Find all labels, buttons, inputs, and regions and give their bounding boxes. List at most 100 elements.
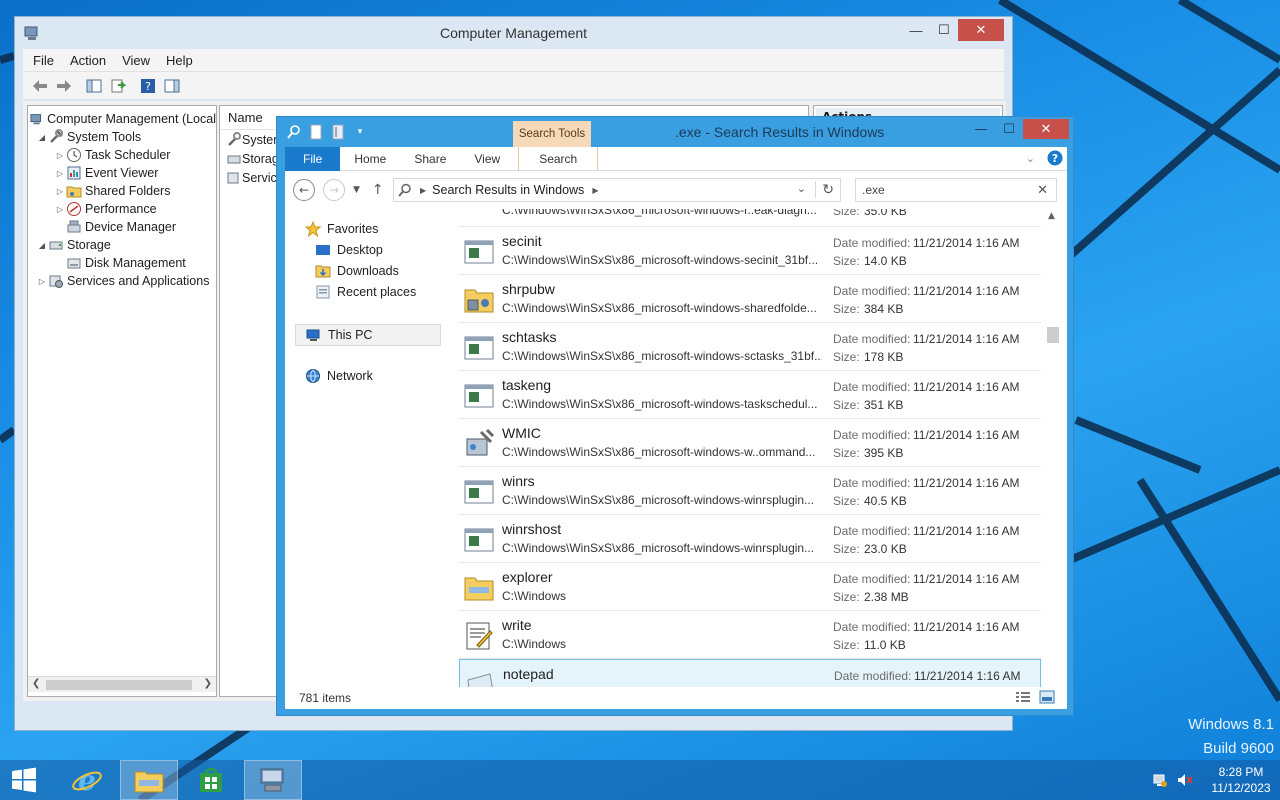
properties-button[interactable]: [307, 123, 325, 141]
tree-item-performance[interactable]: ▷ Performance: [28, 200, 216, 218]
app-window-icon: [463, 237, 495, 267]
cm-titlebar[interactable]: Computer Management — ☐ ✕: [15, 17, 1012, 49]
show-action-pane-button[interactable]: [161, 75, 183, 97]
nav-label: Downloads: [337, 264, 399, 278]
nav-this-pc[interactable]: This PC: [295, 324, 441, 346]
tree-item-shared-folders[interactable]: ▷ Shared Folders: [28, 182, 216, 200]
back-button[interactable]: ←: [293, 179, 315, 201]
menu-view[interactable]: View: [122, 53, 150, 68]
show-hide-tree-button[interactable]: [83, 75, 105, 97]
search-input[interactable]: .exe ✕: [855, 178, 1057, 202]
file-row-partial[interactable]: C:\Windows\WinSxS\x86_microsoft-windows-…: [459, 209, 1041, 227]
expand-arrow-icon[interactable]: ▷: [36, 277, 48, 286]
scroll-left-icon[interactable]: ❮: [32, 678, 40, 689]
breadcrumb-search-results[interactable]: Search Results in Windows: [432, 183, 584, 197]
scroll-thumb[interactable]: [46, 680, 192, 690]
nav-network[interactable]: Network: [305, 368, 373, 384]
storage-icon: [227, 155, 241, 163]
tree-item-computer-management[interactable]: Computer Management (Local: [28, 110, 216, 128]
start-button[interactable]: [0, 760, 48, 800]
file-row-winrs[interactable]: winrs C:\Windows\WinSxS\x86_microsoft-win…: [459, 467, 1041, 515]
tree-item-storage[interactable]: ◢ Storage: [28, 236, 216, 254]
scroll-thumb[interactable]: [1047, 327, 1059, 343]
tab-search[interactable]: Search: [518, 146, 599, 171]
details-view-icon[interactable]: [1015, 690, 1031, 704]
file-size: 14.0 KB: [864, 254, 907, 268]
address-bar[interactable]: ▶ Search Results in Windows ▶ ⌄ ↻: [393, 178, 841, 202]
file-row-secinit[interactable]: secinit C:\Windows\WinSxS\x86_microsoft-w…: [459, 227, 1041, 275]
tree-item-disk-management[interactable]: Disk Management: [28, 254, 216, 272]
file-name: winrs: [502, 473, 535, 489]
tree-item-system-tools[interactable]: ◢ System Tools: [28, 128, 216, 146]
tab-file[interactable]: File: [285, 146, 341, 171]
back-arrow-icon: ←: [298, 183, 310, 197]
explorer-minimize-button[interactable]: —: [967, 119, 995, 139]
refresh-icon[interactable]: ↻: [815, 181, 834, 198]
collapse-arrow-icon[interactable]: ◢: [36, 133, 48, 142]
app-window-icon: [463, 333, 495, 363]
up-arrow-icon[interactable]: ↑: [372, 182, 384, 198]
new-folder-button[interactable]: [329, 123, 347, 141]
recent-locations-chevron-icon[interactable]: ▼: [353, 185, 360, 195]
back-button[interactable]: [29, 75, 51, 97]
tab-share[interactable]: Share: [400, 147, 460, 171]
cm-close-button[interactable]: ✕: [958, 19, 1004, 41]
tab-view[interactable]: View: [460, 147, 514, 171]
scroll-right-icon[interactable]: ❯: [204, 678, 212, 689]
menu-action[interactable]: Action: [70, 53, 106, 68]
results-vertical-scrollbar[interactable]: ▲: [1045, 209, 1061, 687]
file-row-wmic[interactable]: WMIC C:\Windows\WinSxS\x86_microsoft-wind…: [459, 419, 1041, 467]
speaker-muted-icon[interactable]: [1176, 772, 1194, 788]
tree-item-event-viewer[interactable]: ▷ Event Viewer: [28, 164, 216, 182]
cm-maximize-button[interactable]: ☐: [930, 19, 958, 41]
forward-button[interactable]: [53, 75, 75, 97]
expand-arrow-icon[interactable]: ▷: [54, 187, 66, 196]
file-row-winrshost[interactable]: winrshost C:\Windows\WinSxS\x86_microsoft…: [459, 515, 1041, 563]
help-icon[interactable]: ?: [1047, 150, 1063, 166]
nav-recent-places[interactable]: Recent places: [315, 284, 416, 300]
tree-item-services-and-applications[interactable]: ▷ Services and Applications: [28, 272, 216, 290]
taskbar-internet-explorer[interactable]: e: [58, 760, 116, 800]
tree-item-task-scheduler[interactable]: ▷ Task Scheduler: [28, 146, 216, 164]
tree-horizontal-scrollbar[interactable]: ❮ ❯: [28, 676, 216, 692]
tree-item-device-manager[interactable]: Device Manager: [28, 218, 216, 236]
taskbar-file-explorer[interactable]: [120, 760, 178, 800]
expand-arrow-icon[interactable]: ▷: [54, 151, 66, 160]
file-date-modified: 11/21/2014 1:16 AM: [913, 524, 1020, 538]
explorer-window[interactable]: ▾ Search Tools .exe - Search Results in …: [276, 116, 1074, 716]
clear-search-icon[interactable]: ✕: [1037, 182, 1048, 198]
expand-arrow-icon[interactable]: ▷: [54, 169, 66, 178]
file-row-notepad[interactable]: notepad Date modified: 11/21/2014 1:16 AM: [459, 659, 1041, 687]
taskbar-computer-management[interactable]: [244, 760, 302, 800]
clock[interactable]: 8:28 PM 11/12/2023: [1208, 764, 1274, 796]
network-status-icon[interactable]: [1152, 772, 1168, 788]
cm-minimize-button[interactable]: —: [902, 19, 930, 41]
date-modified-label: Date modified:: [833, 380, 911, 394]
address-dropdown-chevron-icon[interactable]: ⌄: [797, 182, 806, 195]
expand-ribbon-chevron-icon[interactable]: ⌄: [1026, 152, 1035, 165]
large-icons-view-icon[interactable]: [1039, 690, 1055, 704]
explorer-close-button[interactable]: ✕: [1023, 119, 1069, 139]
taskbar-store[interactable]: [182, 760, 240, 800]
explorer-maximize-button[interactable]: ☐: [995, 119, 1023, 139]
customize-qat-chevron-icon[interactable]: ▾: [351, 123, 369, 141]
tab-home[interactable]: Home: [340, 147, 400, 171]
scroll-up-icon[interactable]: ▲: [1048, 211, 1055, 221]
help-button[interactable]: ?: [137, 75, 159, 97]
explorer-titlebar[interactable]: ▾ Search Tools .exe - Search Results in …: [277, 117, 1073, 147]
nav-downloads[interactable]: Downloads: [315, 263, 399, 279]
file-row-schtasks[interactable]: schtasks C:\Windows\WinSxS\x86_microsoft-…: [459, 323, 1041, 371]
file-size: 351 KB: [864, 398, 904, 412]
forward-button[interactable]: →: [323, 179, 345, 201]
file-row-shrpubw[interactable]: shrpubw C:\Windows\WinSxS\x86_microsoft-w…: [459, 275, 1041, 323]
nav-desktop[interactable]: Desktop: [315, 242, 383, 258]
collapse-arrow-icon[interactable]: ◢: [36, 241, 48, 250]
menu-help[interactable]: Help: [166, 53, 193, 68]
export-list-button[interactable]: [107, 75, 129, 97]
file-row-explorer[interactable]: explorer C:\Windows Date modified: 11/21/20…: [459, 563, 1041, 611]
file-row-taskeng[interactable]: taskeng C:\Windows\WinSxS\x86_microsoft-w…: [459, 371, 1041, 419]
expand-arrow-icon[interactable]: ▷: [54, 205, 66, 214]
nav-favorites[interactable]: Favorites: [305, 221, 378, 237]
file-row-write[interactable]: write C:\Windows Date modified: 11/21/2014 …: [459, 611, 1041, 659]
menu-file[interactable]: File: [33, 53, 54, 68]
